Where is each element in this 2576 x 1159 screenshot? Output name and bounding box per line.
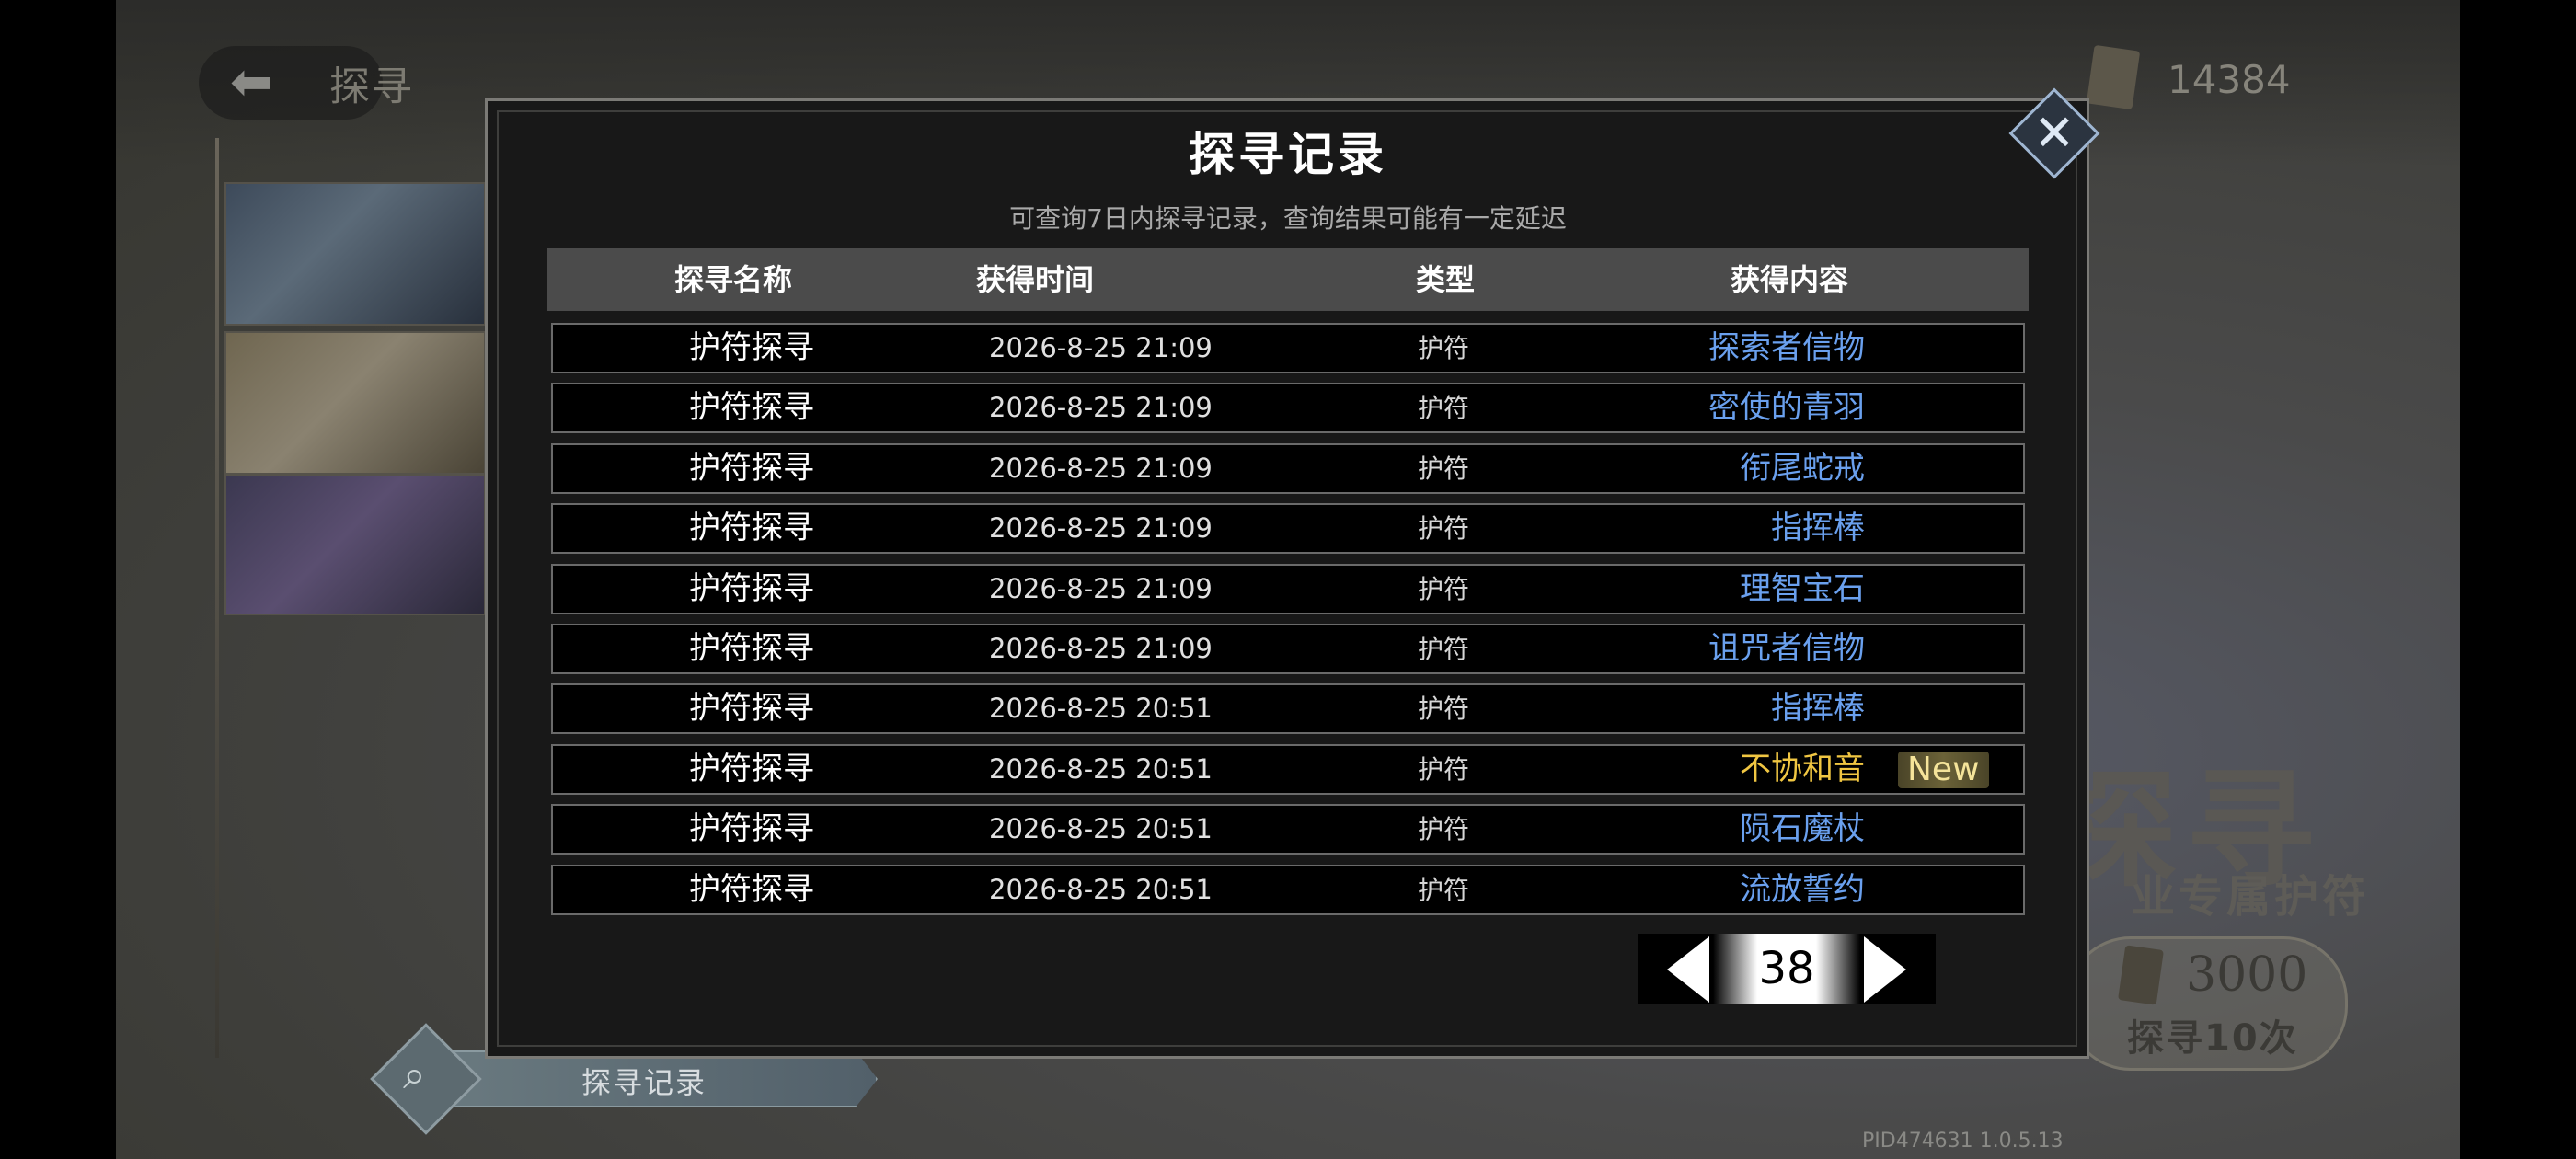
row-name: 护符探寻 [689, 389, 814, 427]
currency-value: 14384 [2168, 57, 2291, 102]
row-content: 理智宝石 [1740, 569, 1865, 607]
row-content: 陨石魔杖 [1740, 810, 1865, 848]
table-row: 护符探寻 2026-8-25 20:51 护符 流放誓约 [551, 864, 2025, 915]
column-header-content: 获得内容 [1731, 262, 1849, 297]
row-time: 2026-8-25 20:51 [989, 873, 1213, 905]
row-time: 2026-8-25 20:51 [989, 813, 1213, 845]
row-time: 2026-8-25 21:09 [989, 392, 1213, 424]
row-name: 护符探寻 [689, 870, 814, 908]
row-content: 流放誓约 [1740, 870, 1865, 908]
column-header-type: 类型 [1416, 262, 1476, 297]
row-name: 护符探寻 [689, 629, 814, 667]
row-type: 护符 [1418, 333, 1470, 363]
modal-title: 探寻记录 [1189, 127, 1387, 181]
table-row: 护符探寻 2026-8-25 20:51 护符 不协和音 New [551, 743, 2025, 795]
table-row: 护符探寻 2026-8-25 20:51 护符 陨石魔杖 [551, 804, 2025, 855]
row-time: 2026-8-25 21:09 [989, 332, 1213, 363]
row-type: 护符 [1418, 814, 1470, 845]
row-content: 指挥棒 [1771, 510, 1865, 547]
row-type: 护符 [1418, 393, 1470, 424]
table-row: 护符探寻 2026-8-25 21:09 护符 密使的青羽 [551, 383, 2025, 434]
record-tab-label: 探寻记录 [581, 1065, 707, 1100]
record-list: 护符探寻 2026-8-25 21:09 护符 探索者信物 护符探寻 2026-… [551, 323, 2025, 924]
table-row: 护符探寻 2026-8-25 21:09 护符 指挥棒 [551, 503, 2025, 555]
close-icon[interactable]: ✕ [2022, 101, 2087, 166]
prev-page-icon[interactable] [1667, 936, 1709, 1003]
table-row: 护符探寻 2026-8-25 21:09 护符 理智宝石 [551, 563, 2025, 614]
row-type: 护符 [1418, 573, 1470, 604]
row-time: 2026-8-25 21:09 [989, 452, 1213, 484]
ticket-icon [2118, 945, 2164, 1005]
modal-subtitle: 可查询7日内探寻记录，查询结果可能有一定延迟 [1009, 203, 1567, 234]
column-header-time: 获得时间 [976, 262, 1095, 297]
row-type: 护符 [1418, 753, 1470, 785]
row-content: 衔尾蛇戒 [1740, 449, 1865, 487]
row-content: 密使的青羽 [1708, 389, 1865, 427]
currency-icon [2086, 44, 2141, 110]
row-content: 不协和音 [1740, 750, 1865, 787]
row-name: 护符探寻 [689, 690, 814, 728]
search-icon: ⌕ [403, 1051, 426, 1098]
row-type: 护符 [1418, 694, 1470, 725]
row-type: 护符 [1418, 513, 1470, 545]
column-header-name: 探寻名称 [674, 262, 793, 297]
row-content: 探索者信物 [1708, 329, 1865, 366]
table-row: 护符探寻 2026-8-25 20:51 护符 指挥棒 [551, 683, 2025, 735]
banner-subtitle: 业专属护符 [2131, 871, 2371, 923]
table-row: 护符探寻 2026-8-25 21:09 护符 衔尾蛇戒 [551, 442, 2025, 494]
new-badge: New [1898, 751, 1989, 788]
row-name: 护符探寻 [689, 810, 814, 848]
row-type: 护符 [1418, 874, 1470, 905]
row-content: 指挥棒 [1771, 690, 1865, 728]
back-arrow-icon: ⬅ [230, 52, 273, 112]
table-row: 护符探寻 2026-8-25 21:09 护符 探索者信物 [551, 323, 2025, 373]
banner-portrait-2[interactable] [224, 331, 486, 475]
row-time: 2026-8-25 21:09 [989, 632, 1213, 664]
row-time: 2026-8-25 20:51 [989, 693, 1213, 725]
version-text: PID474631 1.0.5.13 [1862, 1130, 2064, 1153]
screen-title: 探寻 [329, 63, 414, 110]
draw-ten-label: 探寻10次 [2127, 1017, 2298, 1060]
banner-portrait-3[interactable] [224, 474, 486, 615]
page-number: 38 [1713, 934, 1860, 1004]
row-name: 护符探寻 [689, 449, 814, 487]
table-row: 护符探寻 2026-8-25 21:09 护符 诅咒者信物 [551, 623, 2025, 674]
row-time: 2026-8-25 21:09 [989, 512, 1213, 545]
draw-cost: 3000 [2186, 947, 2308, 1003]
left-rail [215, 138, 219, 1058]
row-type: 护符 [1418, 633, 1470, 664]
row-name: 护符探寻 [689, 329, 814, 366]
row-time: 2026-8-25 20:51 [989, 752, 1213, 785]
row-type: 护符 [1418, 453, 1470, 484]
row-name: 护符探寻 [689, 569, 814, 607]
row-content: 诅咒者信物 [1708, 629, 1865, 667]
row-time: 2026-8-25 21:09 [989, 572, 1213, 604]
row-name: 护符探寻 [689, 750, 814, 787]
row-name: 护符探寻 [689, 510, 814, 547]
table-header: 探寻名称 获得时间 类型 获得内容 [547, 248, 2029, 311]
next-page-icon[interactable] [1864, 936, 1906, 1003]
